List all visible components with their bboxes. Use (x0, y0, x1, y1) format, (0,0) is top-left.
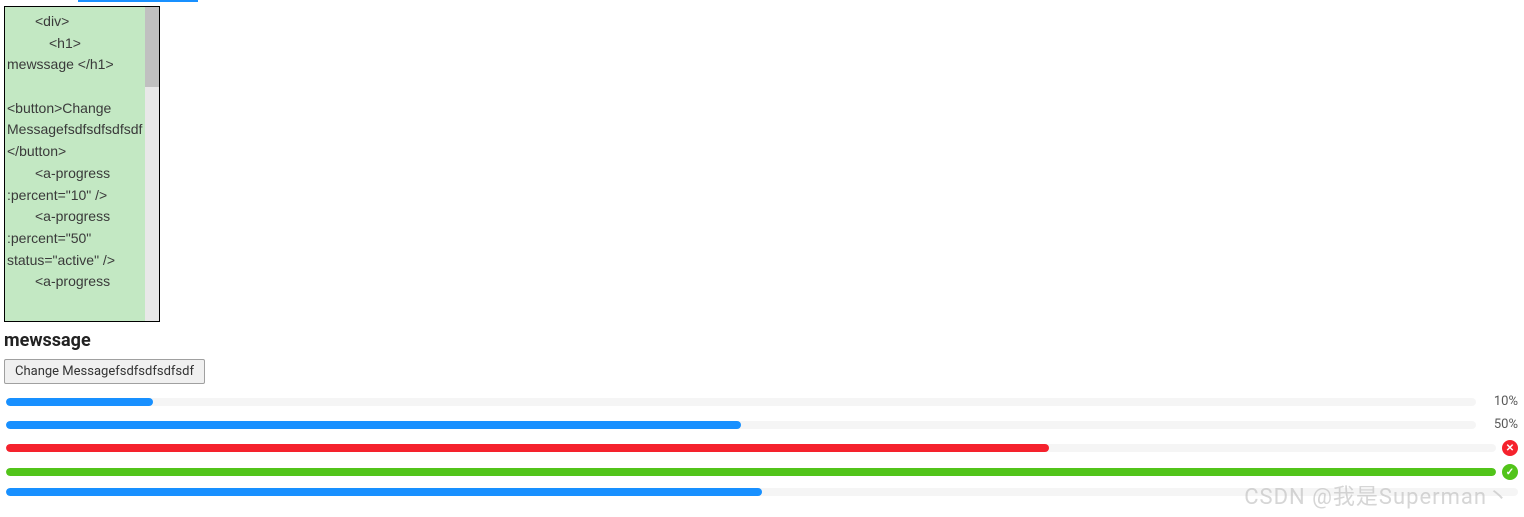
close-circle-icon: ✕ (1502, 440, 1518, 456)
code-line[interactable]: <a-progress :percent="10" /> (7, 163, 157, 206)
progress-bar: ✓ (0, 464, 1524, 480)
progress-percent-label: 50% (1482, 417, 1518, 432)
code-line[interactable]: <a-progress :percent="50" status="active… (7, 206, 157, 271)
check-circle-icon: ✓ (1502, 464, 1518, 480)
code-editor-panel[interactable]: <div><h1>mewssage </h1> <button>Change M… (4, 6, 160, 322)
scrollbar-thumb[interactable] (145, 7, 159, 87)
progress-fill (6, 398, 153, 406)
progress-fill (6, 488, 762, 496)
progress-fill (6, 468, 1496, 476)
code-line[interactable]: <button>Change Messagefsdfsdfsdfsdf</but… (7, 98, 157, 163)
page-title: mewssage (4, 330, 1524, 351)
code-line[interactable]: <a-progress (7, 271, 157, 293)
code-line[interactable]: <div> (7, 11, 157, 33)
progress-bar (0, 488, 1524, 496)
code-line[interactable] (7, 76, 157, 98)
progress-fill (6, 444, 1049, 452)
progress-track (6, 398, 1476, 406)
progress-bar: 50% (0, 417, 1524, 432)
tab-indicator (78, 0, 198, 2)
progress-track (6, 488, 1518, 496)
code-line[interactable]: <h1> (7, 33, 157, 55)
progress-bar: 10% (0, 394, 1524, 409)
progress-track (6, 421, 1476, 429)
progress-track (6, 444, 1496, 452)
progress-track (6, 468, 1496, 476)
change-message-button[interactable]: Change Messagefsdfsdfsdfsdf (4, 359, 205, 384)
progress-fill (6, 421, 741, 429)
progress-bar: ✕ (0, 440, 1524, 456)
scrollbar-vertical[interactable] (145, 7, 159, 321)
progress-percent-label: 10% (1482, 394, 1518, 409)
code-line[interactable]: mewssage </h1> (7, 54, 157, 76)
